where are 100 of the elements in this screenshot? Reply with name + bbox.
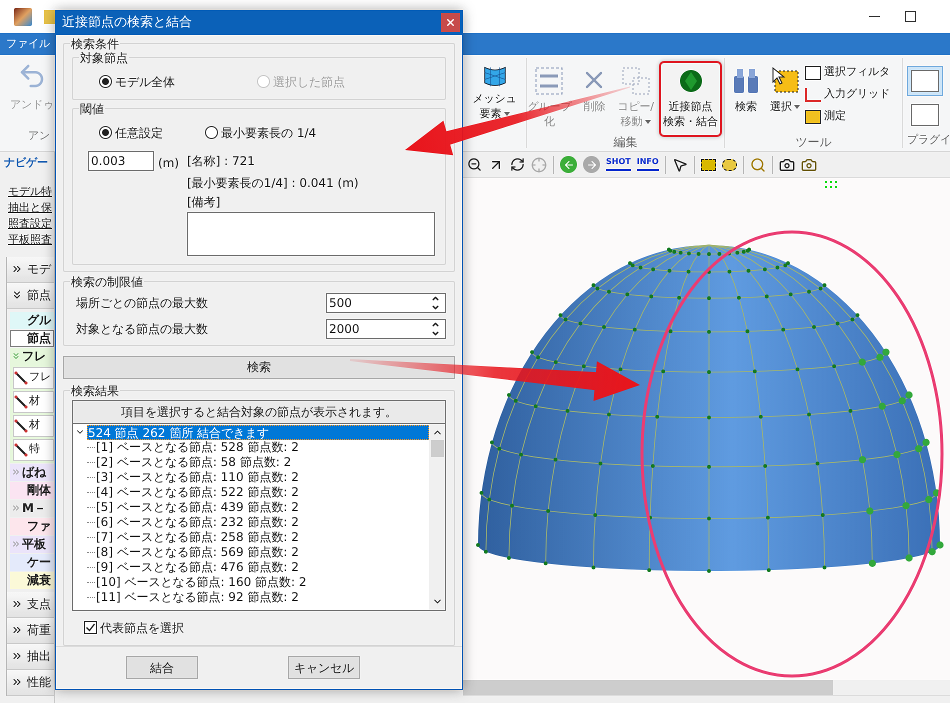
checkbox[interactable] <box>84 621 97 634</box>
tree-item[interactable]: [1] ベースとなる節点: 528 節点数: 2 <box>95 440 300 455</box>
navigator-section[interactable]: モデ <box>7 256 54 282</box>
spin-up-icon[interactable] <box>431 294 440 303</box>
navigator-section[interactable]: 節点 <box>7 282 54 308</box>
radio-button[interactable] <box>99 126 112 140</box>
navigator-item-label: 特 <box>29 441 40 458</box>
collapsed-chevron-icon <box>11 539 21 549</box>
ribbon-button[interactable]: 選択 <box>766 61 804 137</box>
collapsed-chevron-icon <box>11 650 23 662</box>
tree-item[interactable]: [7] ベースとなる節点: 258 節点数: 2 <box>95 530 300 545</box>
dialog-button[interactable]: キャンセル <box>288 656 360 680</box>
navigator-item[interactable]: ばね <box>10 464 54 480</box>
ribbon-small-button[interactable]: 選択フィルタ <box>805 63 890 82</box>
line-member-icon <box>14 442 28 456</box>
navigator-section[interactable]: 抽出 <box>7 644 54 670</box>
navigator-item[interactable]: 材 <box>13 390 54 412</box>
shot-button[interactable]: SHOT <box>606 158 631 171</box>
group-title: 対象節点 <box>79 50 129 65</box>
navigator-section[interactable]: 支点 <box>7 592 54 618</box>
lasso-select-icon[interactable] <box>722 158 737 170</box>
navigator-item-label: 材 <box>29 417 40 434</box>
axes-icon <box>805 88 821 102</box>
info-button[interactable]: INFO <box>636 158 659 171</box>
navigator-item[interactable]: 特 <box>13 438 54 460</box>
ribbon-button[interactable]: 検索 <box>727 61 765 137</box>
navigator-link[interactable]: 平板照査 <box>8 232 54 246</box>
navigator-section[interactable]: 性能 <box>7 670 54 696</box>
navigator-item[interactable]: フレ <box>13 366 54 388</box>
pointer-icon[interactable] <box>672 156 688 172</box>
tree-item[interactable]: [11] ベースとなる節点: 92 節点数: 2 <box>95 590 300 605</box>
tree-item[interactable]: [9] ベースとなる節点: 476 節点数: 2 <box>95 560 300 575</box>
tree-item[interactable]: [4] ベースとなる節点: 522 節点数: 2 <box>95 484 300 500</box>
navigator-item-label: フレ <box>29 369 51 386</box>
tree-item[interactable]: [8] ベースとなる節点: 569 節点数: 2 <box>95 544 300 560</box>
camera-icon[interactable] <box>778 156 795 172</box>
navigator-item[interactable]: 剛体 <box>10 482 54 498</box>
spin-up-icon[interactable] <box>431 320 440 329</box>
radio-button[interactable] <box>99 75 112 88</box>
radio-option[interactable]: 最小要素長の 1/4 <box>205 124 316 142</box>
dialog-button[interactable]: 結合 <box>126 656 198 680</box>
close-button[interactable] <box>441 13 460 32</box>
menu-tab[interactable]: ファイル <box>0 33 56 55</box>
navigator-link[interactable]: 抽出と保 <box>8 200 54 214</box>
navigator-item[interactable]: 減衰 <box>10 572 54 588</box>
collapsed-chevron-icon <box>11 503 21 513</box>
navigator-item[interactable]: ケー <box>10 554 54 570</box>
collapsed-chevron-icon <box>11 676 23 688</box>
collapsed-chevron-icon <box>11 467 21 477</box>
rectangle-select-icon[interactable] <box>700 158 716 170</box>
spin-field[interactable]: 2000 <box>326 318 446 339</box>
radio-option[interactable]: モデル全体 <box>99 72 257 91</box>
navigator-item[interactable]: ファ <box>10 518 54 534</box>
navigator-item-label: フレ <box>22 348 46 365</box>
search-button[interactable]: 検索 <box>63 356 455 379</box>
group-title: 閾値 <box>79 102 105 116</box>
back-icon[interactable] <box>560 156 577 173</box>
checkbox-option[interactable]: 代表節点を選択 <box>84 618 184 637</box>
navigator-item-label: 材 <box>29 393 40 410</box>
camera-icon[interactable] <box>800 156 817 172</box>
navigator-item-label: ばね <box>22 464 46 481</box>
rotate-icon[interactable] <box>510 157 525 172</box>
tree-item[interactable]: [5] ベースとなる節点: 439 節点数: 2 <box>95 500 300 515</box>
navigator-item[interactable]: フレ <box>10 348 54 364</box>
search-icon[interactable] <box>750 156 766 172</box>
tree-item[interactable]: [2] ベースとなる節点: 58 節点数: 2 <box>95 454 292 470</box>
ribbon-small-button[interactable]: 測定 <box>805 107 890 126</box>
ribbon-group-label: アン <box>28 128 50 144</box>
navigator-section[interactable]: 荷重 <box>7 618 54 644</box>
zoom-out-icon[interactable] <box>467 157 482 172</box>
scrollbar[interactable] <box>429 424 445 610</box>
threshold-input[interactable]: 0.003 <box>88 150 154 171</box>
scrollbar-thumb[interactable] <box>463 680 833 695</box>
maximize-icon[interactable] <box>905 11 916 22</box>
navigator-item[interactable]: 節点 <box>10 330 54 346</box>
navigator-item[interactable]: グル <box>10 312 54 328</box>
limit-label: 対象となる節点の最大数 <box>76 320 208 338</box>
spin-down-icon[interactable] <box>431 302 440 312</box>
navigator-link[interactable]: 照査設定 <box>8 216 54 230</box>
navigator-item[interactable]: 平板 <box>10 536 54 552</box>
plugin-thumbnail[interactable] <box>907 66 943 96</box>
binoculars-icon <box>731 66 761 96</box>
tree-item[interactable]: [3] ベースとなる節点: 110 節点数: 2 <box>95 470 300 485</box>
navigator-item[interactable]: M－ <box>10 500 54 516</box>
ribbon-small-button[interactable]: 入力グリッド <box>805 85 890 104</box>
navigator-item[interactable]: 材 <box>13 414 54 436</box>
tree-item[interactable]: [10] ベースとなる節点: 160 節点数: 2 <box>95 574 308 590</box>
radio-option[interactable]: 任意設定 <box>99 124 205 142</box>
ribbon-button[interactable]: 近接節点 検索・結合 <box>659 61 722 137</box>
navigator-link[interactable]: モデル特 <box>8 184 54 198</box>
dropdown-arrow-icon <box>644 120 651 124</box>
tree-item[interactable]: [6] ベースとなる節点: 232 節点数: 2 <box>95 514 300 530</box>
spin-field[interactable]: 500 <box>326 292 446 313</box>
spin-down-icon[interactable] <box>431 328 440 338</box>
radio-button[interactable] <box>205 126 218 140</box>
tree-item[interactable]: 524 節点 262 箇所 結合できます <box>87 424 429 440</box>
group-icon <box>534 66 564 96</box>
scrollbar-thumb[interactable] <box>430 440 444 457</box>
note-field[interactable] <box>187 212 435 256</box>
results-header: 項目を選択すると結合対象の節点が表示されます。 <box>72 400 446 424</box>
